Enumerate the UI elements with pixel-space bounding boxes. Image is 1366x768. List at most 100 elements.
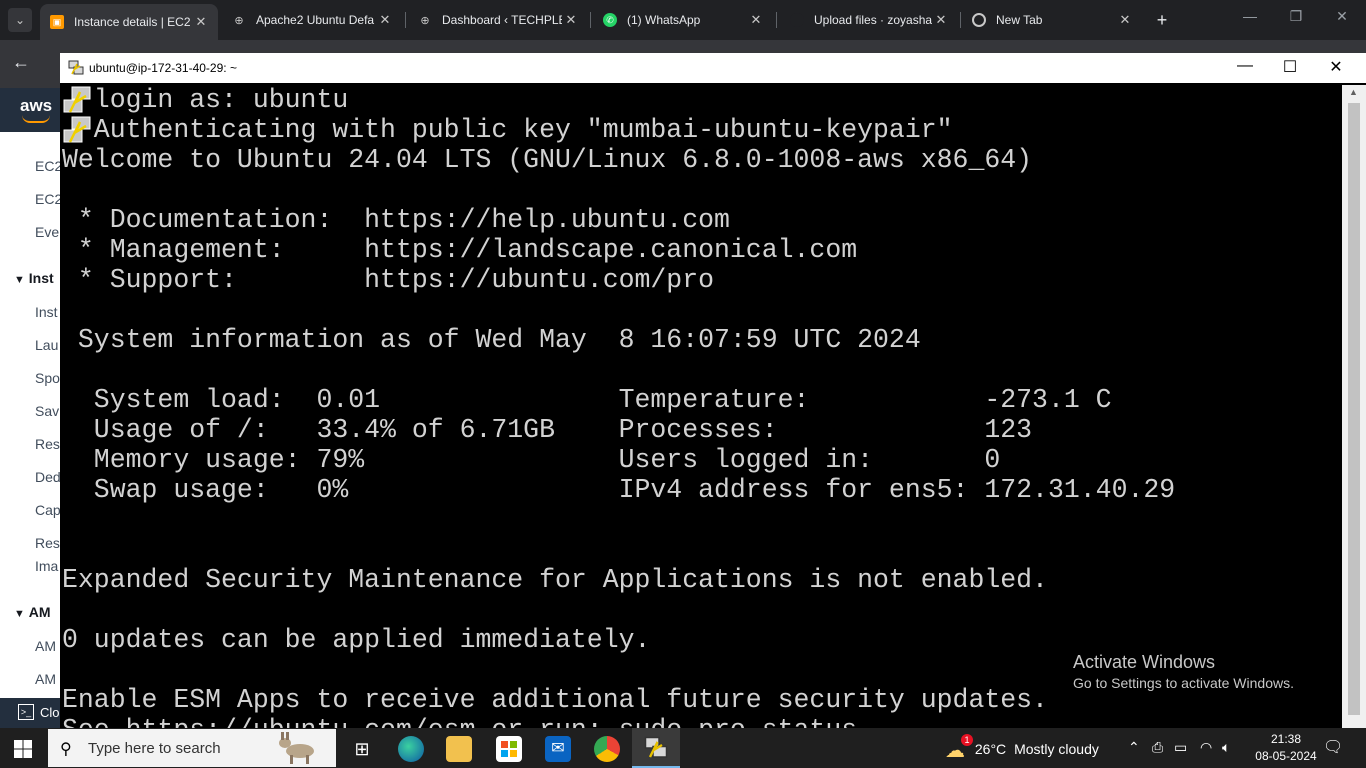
chevron-up-icon[interactable]: ⌃ [1128,739,1140,756]
aws-icon: ▣ [50,15,64,29]
mail-icon[interactable]: ✉ [545,736,571,762]
globe-icon: ⊕ [234,14,244,27]
chrome-icon[interactable] [594,736,620,762]
sidebar-item[interactable]: Inst [35,304,58,320]
taskbar-clock[interactable]: 21:38 08-05-2024 [1248,731,1324,765]
wifi-icon[interactable]: ◠ [1200,739,1212,756]
terminal-line: Welcome to Ubuntu 24.04 LTS (GNU/Linux 6… [62,145,1033,175]
sidebar-section-label: AM [28,604,51,620]
terminal-line: login as: ubuntu [62,85,349,115]
sidebar-item[interactable]: Sav [35,403,59,419]
close-icon[interactable]: ✕ [1116,12,1134,28]
edge-icon[interactable] [398,736,424,762]
sidebar-item[interactable]: AM [35,671,56,687]
sidebar-item[interactable]: Cap [35,502,61,518]
tab-dashboard[interactable]: ⊕ Dashboard ‹ TECHPLE ✕ [408,6,588,34]
tab-title: Dashboard ‹ TECHPLE [442,13,562,27]
close-icon[interactable]: ✕ [1321,57,1351,77]
terminal-line: System load: 0.01 Temperature: -273.1 C [62,385,1112,415]
putty-title-bar[interactable]: ubuntu@ip-172-31-40-29: ~ — ☐ ✕ [60,53,1366,83]
globe-icon: ⊕ [420,14,430,27]
scroll-up-icon[interactable]: ▲ [1349,87,1358,97]
new-tab-button[interactable]: + [1151,9,1173,31]
sidebar-item[interactable]: Res [35,535,60,551]
tab-apache2[interactable]: ⊕ Apache2 Ubuntu Defa ✕ [222,6,402,34]
sidebar-item[interactable]: Eve [35,224,59,240]
tab-title: New Tab [996,13,1043,27]
clock-date: 08-05-2024 [1255,749,1317,763]
taskbar-search-box[interactable]: ⚲ Type here to search [48,729,336,767]
terminal-scrollbar[interactable]: ▲ [1342,85,1366,728]
search-icon: ⚲ [60,741,72,758]
browser-tab-bar: ⌄ ▣ Instance details | EC2 ✕ ⊕ Apache2 U… [0,0,1366,40]
battery-icon[interactable]: ▭ [1174,739,1187,756]
terminal-line: See https://ubuntu.com/esm or run: sudo … [62,715,857,728]
tab-title: Upload files · zoyasha [814,13,932,27]
tab-upload-files[interactable]: Upload files · zoyasha ✕ [780,6,958,34]
putty-window[interactable]: ubuntu@ip-172-31-40-29: ~ — ☐ ✕ login as… [60,53,1366,728]
sidebar-item[interactable]: Spo [35,370,60,386]
watermark-title: Activate Windows [1073,652,1216,672]
volume-icon[interactable]: 🔈︎ [1222,739,1230,756]
maximize-icon[interactable]: ☐ [1275,57,1305,77]
search-placeholder: Type here to search [88,740,221,757]
caret-down-icon: ▼ [14,274,25,286]
terminal-icon: >_ [18,704,34,720]
tab-instance-details[interactable]: ▣ Instance details | EC2 ✕ [40,4,218,40]
task-view-icon[interactable]: ⊞ [349,736,375,762]
close-icon[interactable]: ✕ [376,12,394,28]
cloudshell-button[interactable]: >_ Clo [0,698,60,728]
terminal-line: Authenticating with public key "mumbai-u… [62,115,953,145]
sidebar-item[interactable]: Lau [35,337,58,353]
terminal-line: * Support: https://ubuntu.com/pro [62,265,715,295]
aws-logo[interactable]: aws [20,96,52,116]
terminal-line: Memory usage: 79% Users logged in: 0 [62,445,1001,475]
close-icon[interactable]: ✕ [747,12,765,28]
sidebar-section-label: Inst [28,270,54,286]
scrollbar-thumb[interactable] [1348,103,1360,715]
weather-widget[interactable]: ☁ 1 26°C Mostly cloudy [945,734,1099,763]
file-explorer-icon[interactable] [446,736,472,762]
terminal-line: 0 updates can be applied immediately. [62,625,651,655]
terminal-line: * Management: https://landscape.canonica… [62,235,858,265]
tab-divider [590,12,591,28]
close-icon[interactable]: ✕ [192,14,210,30]
tab-divider [960,12,961,28]
restore-icon[interactable]: ❐ [1284,8,1308,25]
sidebar-item[interactable]: EC2 [35,191,62,207]
close-window-icon[interactable]: ✕ [1330,8,1354,25]
sidebar-item[interactable]: Res [35,436,60,452]
tab-divider [405,12,406,28]
minimize-icon[interactable]: — [1238,8,1262,24]
putty-prompt-icon [63,86,91,113]
sidebar-section-images[interactable]: ▼ AM [14,604,51,620]
sidebar-item[interactable]: AM [35,638,56,654]
putty-window-title: ubuntu@ip-172-31-40-29: ~ [89,61,237,75]
tab-search-chevron-down-icon[interactable]: ⌄ [8,8,32,32]
close-icon[interactable]: ✕ [562,12,580,28]
tab-title: Instance details | EC2 [74,15,191,29]
putty-icon [68,60,84,75]
notification-icon[interactable]: 🗨︎ [1323,737,1343,757]
weather-temp: 26°C [974,741,1007,758]
windows-start-icon[interactable] [14,740,32,758]
close-icon[interactable]: ✕ [932,12,950,28]
putty-icon [644,736,668,758]
sidebar-item[interactable]: Ima [35,558,58,574]
sidebar-item[interactable]: EC2 [35,158,62,174]
microsoft-store-icon[interactable] [496,736,522,762]
tab-new-tab[interactable]: New Tab ✕ [962,6,1142,34]
minimize-icon[interactable]: — [1230,57,1260,75]
terminal-output[interactable]: login as: ubuntu Authenticating with pub… [62,85,1340,728]
whatsapp-icon: ✆ [603,13,617,27]
back-arrow-icon[interactable]: ← [12,52,30,73]
putty-taskbar-button[interactable] [632,728,680,768]
sidebar-item[interactable]: Ded [35,469,61,485]
terminal-line: System information as of Wed May 8 16:07… [62,325,921,355]
tab-divider [776,12,777,28]
meet-now-icon[interactable]: ⎙ [1152,739,1163,756]
tab-title: (1) WhatsApp [627,13,701,27]
sidebar-section-instances[interactable]: ▼ Inst [14,270,54,286]
donkey-illustration-icon [279,732,314,764]
tab-whatsapp[interactable]: ✆ (1) WhatsApp ✕ [593,6,773,34]
